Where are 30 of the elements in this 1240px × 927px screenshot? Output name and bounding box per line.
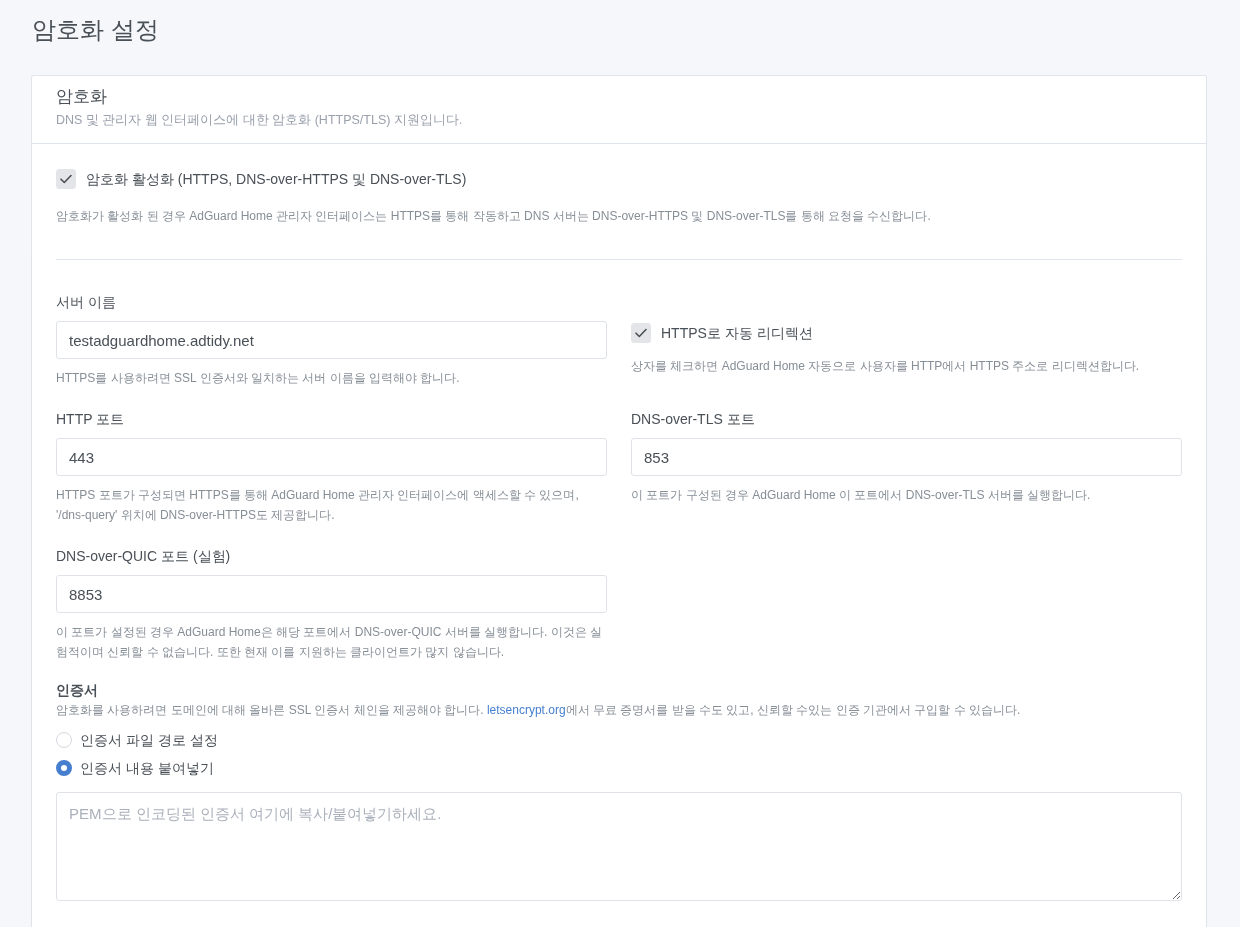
checkbox[interactable]	[56, 169, 76, 189]
page-title: 암호화 설정	[32, 15, 160, 45]
help-text: 상자를 체크하면 AdGuard Home 자동으로 사용자를 HTTP에서 HTTPS 주소로 리디렉션합니다.	[631, 358, 1141, 375]
checkbox-label: 암호화 활성화 (HTTPS, DNS-over-HTTPS 및 DNS-over-TLS)	[86, 170, 467, 189]
field-label: 서버 이름	[56, 293, 117, 312]
input-field[interactable]: 8853	[56, 575, 607, 613]
card-title: 암호화	[56, 86, 108, 108]
help-text: 이 포트가 구성된 경우 AdGuard Home 이 포트에서 DNS-over-TLS 서버를 실행합니다.	[631, 487, 1092, 504]
input-field[interactable]: 443	[56, 438, 607, 476]
check-icon	[635, 328, 647, 338]
help-text: 이 포트가 설정된 경우 AdGuard Home은 해당 포트에서 DNS-over-QUIC 서버를 실행합니다. 이것은 실험적이며 신뢰할 수 없습니다. 또한 현재 이를 지원하는 클라이언트가 많지 않습니다.	[56, 624, 604, 661]
input-field[interactable]: 853	[631, 438, 1182, 476]
section-title: 인증서	[56, 681, 99, 700]
checkbox[interactable]	[631, 323, 651, 343]
textarea-field[interactable]: PEM으로 인코딩된 인증서 여기에 복사/붙여넣기하세요.	[56, 792, 1182, 901]
help-text: HTTPS를 사용하려면 SSL 인증서와 일치하는 서버 이름을 입력해야 합니다.	[56, 370, 461, 387]
checkbox-label: HTTPS로 자동 리디렉션	[661, 324, 813, 343]
link[interactable]: letsencrypt.org	[486, 703, 566, 717]
description-text: 암호화를 사용하려면 도메인에 대해 올바른 SSL 인증서 체인을 제공해야 합니다. letsencrypt.org에서 무료 증명서를 받을 수도 있고, 신뢰할 수있는 인증 기관에서 구입할 수 있습니다.	[56, 702, 1022, 719]
card-subtitle: DNS 및 관리자 웹 인터페이스에 대한 암호화 (HTTPS/TLS) 지원입니다.	[56, 112, 464, 129]
field-label: DNS-over-QUIC 포트 (실험)	[56, 547, 232, 566]
radio-label: 인증서 내용 붙여넣기	[80, 759, 214, 778]
description-text: 암호화가 활성화 된 경우 AdGuard Home 관리자 인터페이스는 HTTPS를 통해 작동하고 DNS 서버는 DNS-over-HTTPS 및 DNS-over-TLS를 통해 요청을 수신합니다.	[56, 208, 932, 225]
help-text: HTTPS 포트가 구성되면 HTTPS를 통해 AdGuard Home 관리자 인터페이스에 액세스할 수 있으며, '/dns-query' 위치에 DNS-over-HTTPS도 제공합니다.	[56, 487, 580, 524]
check-icon	[60, 174, 72, 184]
field-label: HTTP 포트	[56, 410, 126, 429]
field-label: DNS-over-TLS 포트	[631, 410, 756, 429]
radio-label: 인증서 파일 경로 설정	[80, 731, 218, 750]
input-field[interactable]: testadguardhome.adtidy.net	[56, 321, 607, 359]
radio-button[interactable]	[56, 760, 72, 776]
